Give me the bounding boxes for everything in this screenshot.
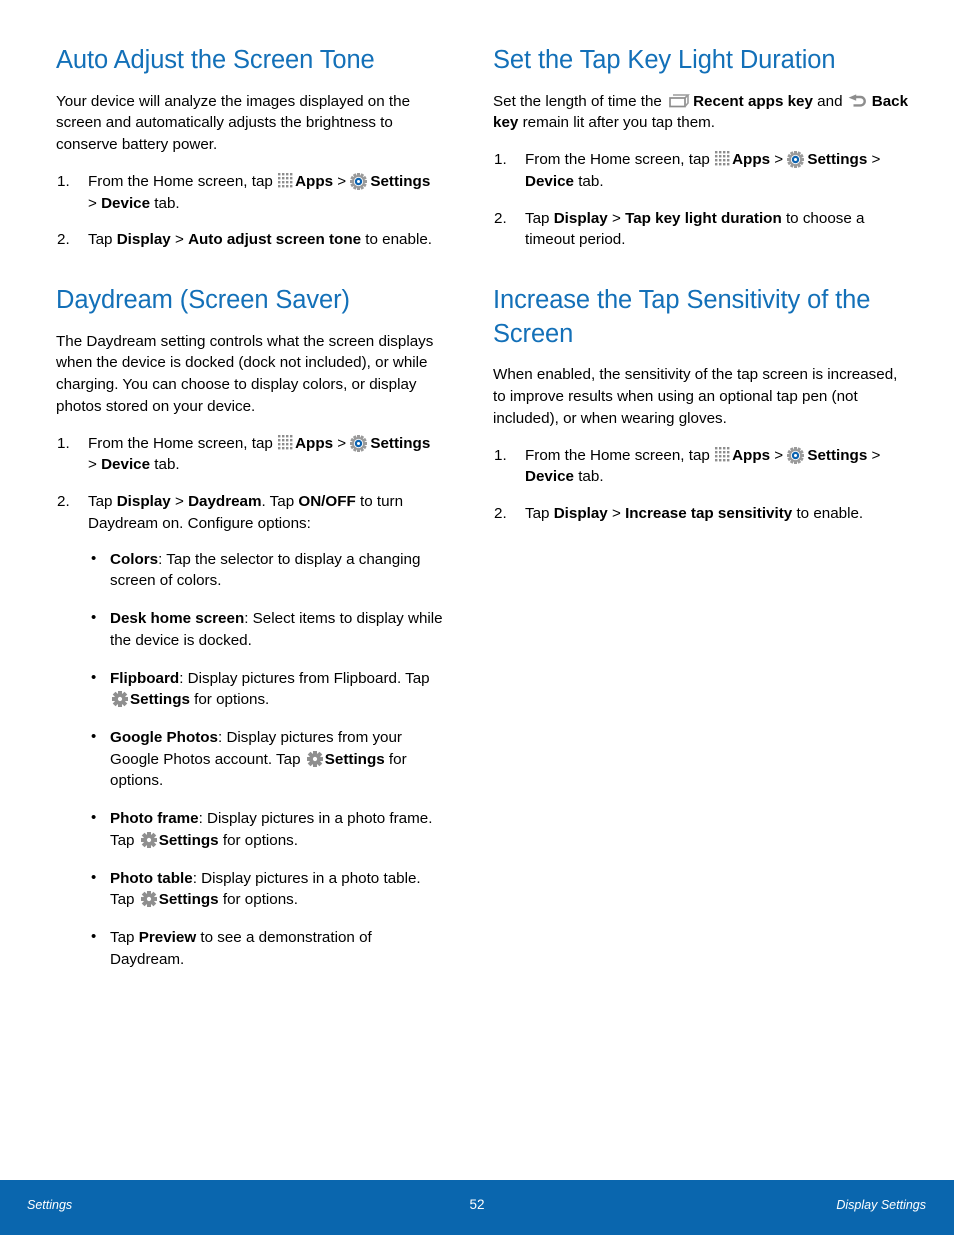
section-heading: Auto Adjust the Screen Tone (56, 46, 375, 74)
emphasis-text: Colors (110, 550, 159, 568)
emphasis-text: Settings (370, 172, 431, 190)
settings-gear-blue-icon (350, 172, 368, 190)
emphasis-text: Settings (158, 891, 219, 909)
emphasis-text: Device (525, 468, 574, 486)
document-page: Auto Adjust the Screen Tone Your device w… (0, 0, 954, 1235)
emphasis-text: Photo table (110, 869, 193, 887)
recent-apps-key-icon (668, 93, 691, 109)
apps-grid-icon (715, 446, 730, 462)
numbered-step-list: From the Home screen, tap Apps > Setting… (493, 445, 912, 525)
emphasis-text: Apps (732, 446, 771, 464)
gear-icon (306, 750, 323, 767)
back-key-icon (847, 94, 868, 109)
section-heading: Set the Tap Key Light Duration (493, 46, 836, 74)
settings-gear-blue-icon (787, 446, 805, 464)
option-bullet-list: Colors: Tap the selector to display a ch… (88, 548, 443, 971)
document-section: Daydream (Screen Saver) The Daydream sett… (56, 284, 443, 971)
bullet-item: Colors: Tap the selector to display a ch… (88, 548, 443, 592)
emphasis-text: Preview (138, 929, 197, 947)
emphasis-text: Daydream (188, 493, 262, 511)
apps-grid-icon (278, 434, 293, 450)
document-section: Increase the Tap Sensitivity of the Scre… (493, 284, 912, 525)
emphasis-text: Photo frame (110, 810, 199, 828)
section-heading: Daydream (Screen Saver) (56, 286, 350, 315)
gear-icon (140, 831, 157, 848)
apps-grid-icon (278, 172, 293, 188)
numbered-step-list: From the Home screen, tap Apps > Setting… (493, 149, 912, 251)
step-item: Tap Display > Daydream. Tap ON/OFF to tu… (56, 491, 443, 970)
bullet-item: Desk home screen: Select items to displa… (88, 607, 443, 651)
emphasis-text: Settings (130, 691, 190, 709)
numbered-step-list: From the Home screen, tap Apps > Setting… (56, 433, 443, 971)
step-item: From the Home screen, tap Apps > Setting… (57, 433, 431, 474)
bullet-item: Photo table: Display pictures in a photo… (88, 867, 443, 911)
settings-gear-blue-icon (787, 151, 805, 169)
emphasis-text: Settings (370, 434, 431, 452)
emphasis-text: Auto adjust screen tone (188, 231, 362, 249)
bullet-item: Tap Preview to see a demonstration of Da… (88, 926, 443, 970)
numbered-step-list: From the Home screen, tap Apps > Setting… (56, 171, 443, 251)
step-item: From the Home screen, tap Apps > Setting… (494, 149, 881, 190)
emphasis-text: Apps (295, 172, 334, 190)
emphasis-text: Settings (324, 750, 385, 768)
emphasis-text: Increase tap sensitivity (625, 505, 793, 523)
emphasis-text: Display (553, 505, 608, 523)
document-section: Set the Tap Key Light Duration Set the le… (493, 44, 912, 251)
step-item: Tap Display > Increase tap sensitivity t… (494, 503, 864, 524)
page-footer: Settings 52 Display Settings (0, 1180, 954, 1235)
emphasis-text: Device (101, 194, 151, 212)
emphasis-text: Display (116, 493, 171, 511)
step-item: From the Home screen, tap Apps > Setting… (494, 445, 881, 486)
section-intro-paragraph: When enabled, the sensitivity of the tap… (493, 366, 898, 427)
emphasis-text: Settings (807, 446, 868, 464)
bullet-item: Photo frame: Display pictures in a photo… (88, 807, 443, 851)
gear-icon (140, 891, 157, 908)
emphasis-text: Settings (807, 151, 868, 169)
apps-grid-icon (715, 151, 730, 166)
emphasis-text: Recent apps key (693, 92, 813, 110)
footer-page-number: 52 (469, 1197, 485, 1212)
footer-right-label: Display Settings (836, 1198, 926, 1212)
emphasis-text: Device (525, 172, 574, 190)
emphasis-text: Device (101, 456, 151, 474)
gear-icon (112, 691, 128, 708)
emphasis-text: Flipboard (110, 669, 180, 687)
emphasis-text: Tap key light duration (625, 209, 782, 227)
bullet-item: Google Photos: Display pictures from you… (88, 726, 443, 792)
emphasis-text: Display (553, 209, 608, 227)
section-intro-paragraph: The Daydream setting controls what the s… (56, 332, 434, 415)
step-item: Tap Display > Tap key light duration to … (494, 208, 865, 249)
step-item: Tap Display > Auto adjust screen tone to… (57, 229, 432, 250)
left-column: Auto Adjust the Screen Tone Your device w… (0, 0, 477, 971)
bullet-item: Flipboard: Display pictures from Flipboa… (88, 667, 443, 711)
emphasis-text: ON/OFF (298, 493, 356, 511)
right-column: Set the Tap Key Light Duration Set the le… (477, 0, 954, 971)
section-heading: Increase the Tap Sensitivity of the Scre… (493, 286, 871, 348)
settings-gear-blue-icon (350, 434, 368, 452)
emphasis-text: Desk home screen (110, 610, 245, 628)
emphasis-text: Display (116, 231, 171, 249)
emphasis-text: Apps (295, 434, 334, 452)
emphasis-text: Apps (732, 151, 771, 169)
two-column-layout: Auto Adjust the Screen Tone Your device w… (0, 0, 954, 971)
document-section: Auto Adjust the Screen Tone Your device w… (56, 44, 443, 251)
section-intro-paragraph: Your device will analyze the images disp… (56, 92, 411, 154)
emphasis-text: Settings (158, 831, 219, 849)
emphasis-text: Google Photos (110, 729, 218, 746)
step-item: From the Home screen, tap Apps > Setting… (57, 171, 431, 212)
section-intro-paragraph: Set the length of time the Recent apps k… (493, 92, 909, 132)
